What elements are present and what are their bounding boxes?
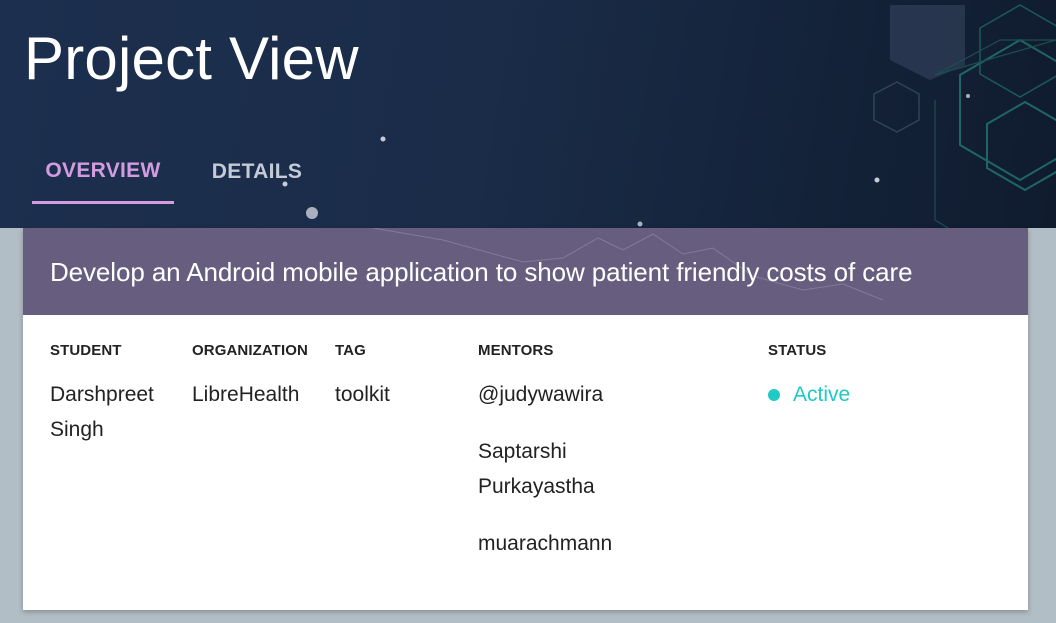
- mentors-list: @judywawira Saptarshi Purkayastha muarac…: [478, 377, 638, 561]
- mentor-item: muarachmann: [478, 532, 613, 555]
- tab-details[interactable]: DETAILS: [174, 140, 340, 204]
- organization-label: ORGANIZATION: [192, 342, 308, 359]
- status-column: STATUS Active: [768, 342, 968, 412]
- tag-label: TAG: [335, 342, 366, 359]
- student-name: Darshpreet Singh: [50, 383, 154, 441]
- project-card: Develop an Android mobile application to…: [23, 228, 1028, 610]
- tag-column: TAG toolkit: [335, 342, 455, 412]
- tag-value: toolkit: [335, 383, 390, 406]
- organization-column: ORGANIZATION LibreHealth: [192, 342, 332, 412]
- status-label: STATUS: [768, 342, 827, 359]
- student-label: STUDENT: [50, 342, 122, 359]
- project-title: Develop an Android mobile application to…: [50, 257, 913, 287]
- mentors-column: MENTORS @judywawira Saptarshi Purkayasth…: [478, 342, 638, 583]
- project-card-header: Develop an Android mobile application to…: [23, 228, 1028, 315]
- status-text: Active: [793, 383, 851, 406]
- mentor-item: @judywawira: [478, 383, 604, 406]
- tab-overview[interactable]: OVERVIEW: [32, 140, 174, 204]
- tab-bar: OVERVIEW DETAILS: [32, 140, 340, 204]
- student-column: STUDENT Darshpreet Singh: [50, 342, 180, 447]
- page-title: Project View: [24, 25, 359, 92]
- mentor-item: Saptarshi Purkayastha: [478, 440, 595, 498]
- mentors-label: MENTORS: [478, 342, 554, 359]
- status-dot-icon: [768, 388, 780, 401]
- page-header: Project View OVERVIEW DETAILS: [0, 0, 1056, 228]
- status-badge: Active: [768, 377, 968, 412]
- organization-name: LibreHealth: [192, 383, 300, 406]
